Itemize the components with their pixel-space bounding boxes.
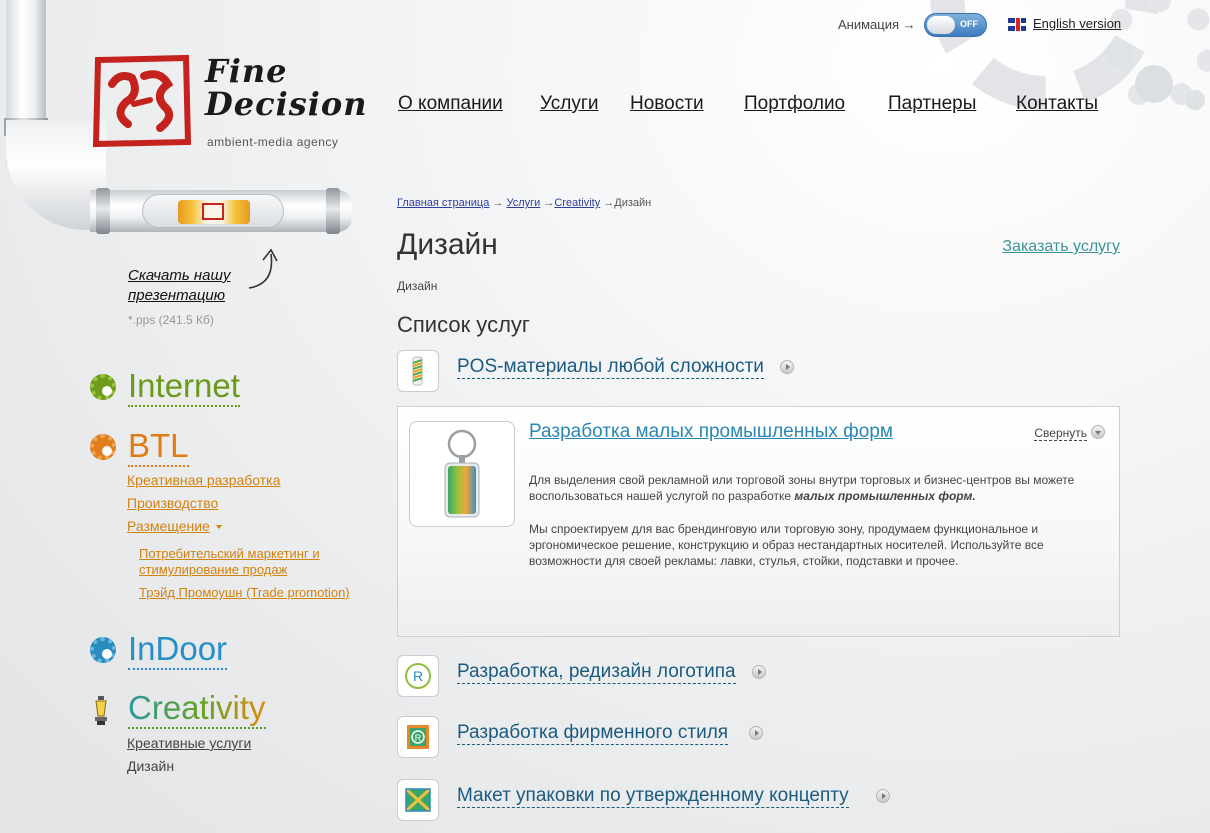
nav-item-partners[interactable]: Партнеры bbox=[888, 93, 976, 115]
sidebar-category-internet[interactable]: Internet bbox=[128, 368, 240, 407]
breadcrumb-services[interactable]: Услуги bbox=[506, 197, 540, 209]
service-description: Для выделения свой рекламной или торгово… bbox=[529, 472, 1089, 504]
logo-wordmark: Fine Decision bbox=[205, 55, 368, 121]
gear-icon bbox=[90, 434, 116, 460]
download-file-info: *.pps (241.5 Кб) bbox=[128, 313, 214, 327]
breadcrumb-creativity[interactable]: Creativity bbox=[554, 197, 600, 209]
breadcrumb-separator: → bbox=[543, 197, 555, 209]
nav-item-services[interactable]: Услуги bbox=[540, 93, 598, 115]
sidebar-item-design-current: Дизайн bbox=[127, 758, 175, 774]
sidebar-item-placement[interactable]: Размещение bbox=[127, 518, 222, 534]
brand-style-icon: R bbox=[397, 716, 439, 758]
keychain-icon bbox=[409, 421, 515, 527]
logo-line-2: Decision bbox=[205, 85, 368, 123]
sidebar-subitem-trade-promotion[interactable]: Трэйд Промоушн (Trade promotion) bbox=[139, 585, 350, 601]
toggle-knob bbox=[927, 16, 955, 34]
expand-arrow-icon[interactable] bbox=[752, 665, 766, 679]
logo-tagline: ambient-media agency bbox=[207, 135, 339, 149]
english-version-link[interactable]: English version bbox=[1033, 16, 1121, 31]
gear-icon bbox=[90, 374, 116, 400]
service-title-pos-materials[interactable]: POS-материалы любой сложности bbox=[457, 356, 764, 379]
logo-mark-icon bbox=[92, 54, 192, 148]
page-title: Дизайн bbox=[397, 228, 498, 261]
chevron-down-icon bbox=[215, 525, 222, 530]
collapse-link[interactable]: Свернуть bbox=[1034, 426, 1087, 441]
svg-text:R: R bbox=[415, 733, 422, 743]
description-emphasis: малых промышленных форм. bbox=[794, 489, 976, 503]
animation-label: Анимация → bbox=[838, 17, 916, 32]
nav-item-portfolio[interactable]: Портфолио bbox=[744, 93, 845, 115]
gear-icon bbox=[90, 637, 116, 663]
breadcrumb-home[interactable]: Главная страница bbox=[397, 197, 489, 209]
registered-logo-icon: R bbox=[397, 655, 439, 697]
expand-arrow-icon[interactable] bbox=[749, 726, 763, 740]
service-title-small-industrial-forms[interactable]: Разработка малых промышленных форм bbox=[529, 421, 893, 443]
service-title-logo-redesign[interactable]: Разработка, редизайн логотипа bbox=[457, 661, 736, 684]
collapse-arrow-icon[interactable] bbox=[1091, 425, 1105, 439]
background-dot bbox=[1135, 65, 1173, 103]
background-dot bbox=[1185, 90, 1205, 110]
pipe-ring bbox=[326, 188, 340, 234]
page-subtitle: Дизайн bbox=[397, 279, 438, 293]
order-service-link[interactable]: Заказать услугу bbox=[1002, 238, 1120, 256]
logo-line-1: Fine bbox=[205, 52, 288, 90]
expand-arrow-icon[interactable] bbox=[876, 789, 890, 803]
capsule-logo-icon bbox=[202, 203, 224, 220]
pipe-ring bbox=[96, 188, 110, 234]
breadcrumb-separator: → bbox=[492, 197, 504, 209]
package-icon bbox=[397, 779, 439, 821]
sidebar-category-creativity[interactable]: Creativity bbox=[128, 690, 266, 729]
sidebar-category-indoor[interactable]: InDoor bbox=[128, 631, 228, 670]
sidebar-item-label: Размещение bbox=[127, 518, 210, 534]
sidebar-item-production[interactable]: Производство bbox=[127, 495, 218, 511]
uk-flag-icon bbox=[1008, 18, 1026, 31]
services-list-title: Список услуг bbox=[397, 312, 530, 337]
toggle-state: OFF bbox=[960, 19, 978, 29]
nav-item-about[interactable]: О компании bbox=[398, 93, 503, 115]
nav-item-news[interactable]: Новости bbox=[630, 93, 704, 115]
service-title-brand-style[interactable]: Разработка фирменного стиля bbox=[457, 722, 729, 745]
lamp-icon bbox=[95, 696, 107, 725]
background-dot bbox=[1105, 40, 1133, 68]
sidebar-item-creative-development[interactable]: Креативная разработка bbox=[127, 472, 280, 488]
breadcrumb-separator: → bbox=[603, 197, 615, 209]
breadcrumb-current: Дизайн bbox=[614, 197, 652, 209]
expand-arrow-icon[interactable] bbox=[780, 360, 794, 374]
download-presentation-link[interactable]: Скачать нашу презентацию bbox=[128, 266, 268, 306]
pos-materials-icon bbox=[397, 350, 439, 392]
service-panel-expanded: Разработка малых промышленных форм Сверн… bbox=[397, 406, 1120, 637]
sidebar-item-creative-services[interactable]: Креативные услуги bbox=[127, 735, 251, 751]
nav-item-contacts[interactable]: Контакты bbox=[1016, 93, 1098, 115]
breadcrumb: Главная страница → Услуги →Creativity →Д… bbox=[397, 197, 651, 209]
sidebar-subitem-consumer-marketing[interactable]: Потребительский маркетинг и стимулирован… bbox=[139, 546, 339, 578]
animation-toggle[interactable]: OFF bbox=[924, 13, 987, 37]
service-description-2: Мы спроектируем для вас брендинговую или… bbox=[529, 522, 1044, 568]
svg-text:R: R bbox=[413, 668, 423, 684]
sidebar-category-btl[interactable]: BTL bbox=[128, 428, 189, 467]
service-title-packaging[interactable]: Макет упаковки по утвержденному концепту bbox=[457, 785, 849, 808]
